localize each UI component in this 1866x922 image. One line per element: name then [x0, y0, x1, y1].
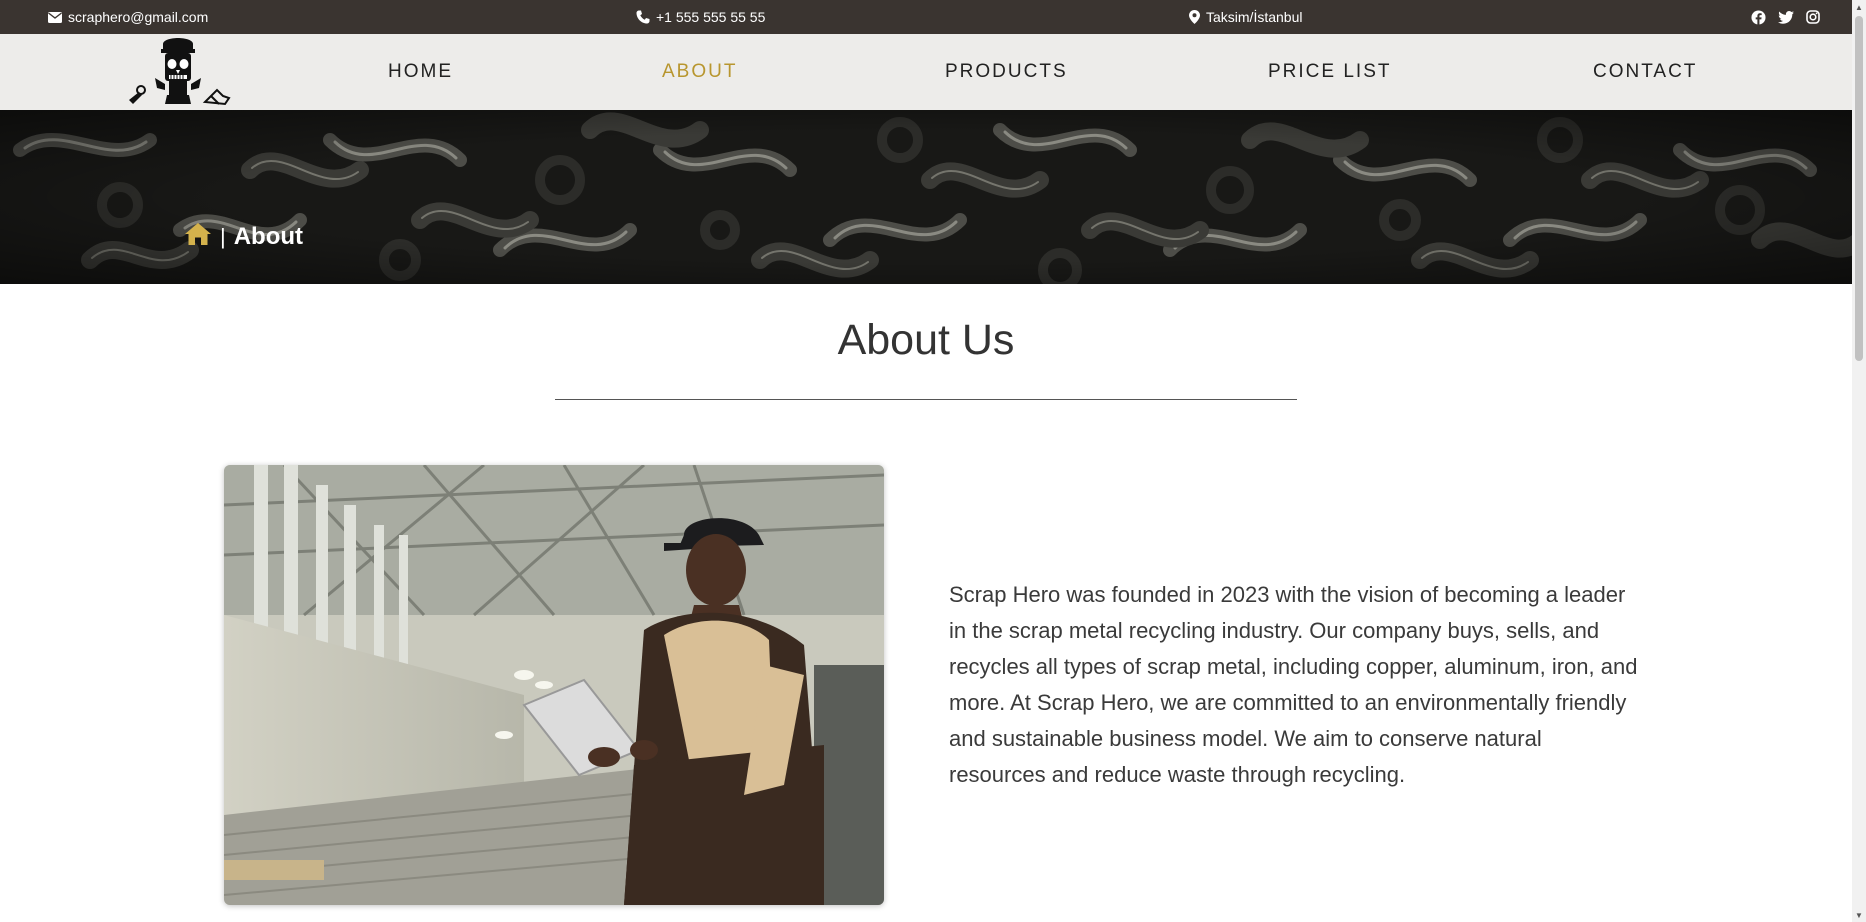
nav-about[interactable]: ABOUT — [662, 34, 737, 110]
social-links — [1751, 0, 1820, 34]
facebook-icon[interactable] — [1751, 9, 1766, 25]
phone-contact[interactable]: +1 555 555 55 55 — [636, 0, 765, 34]
scrollbar-thumb[interactable] — [1855, 16, 1863, 361]
location-text: Taksim/İstanbul — [1206, 9, 1303, 25]
worker-photo — [224, 465, 884, 905]
breadcrumb-separator: | — [220, 224, 226, 249]
scroll-up-icon[interactable]: ▲ — [1852, 0, 1866, 14]
envelope-icon — [48, 11, 62, 23]
twitter-icon[interactable] — [1778, 10, 1794, 24]
home-icon[interactable] — [184, 222, 212, 253]
scrap-metal-background — [0, 110, 1852, 284]
phone-icon — [636, 10, 650, 24]
location-contact[interactable]: Taksim/İstanbul — [1189, 0, 1302, 34]
top-info-bar: scraphero@gmail.com +1 555 555 55 55 Tak… — [0, 0, 1852, 34]
page-title: About Us — [837, 316, 1015, 364]
nav-products[interactable]: PRODUCTS — [945, 34, 1068, 110]
email-contact[interactable]: scraphero@gmail.com — [48, 0, 208, 34]
breadcrumb: | About — [184, 220, 303, 254]
instagram-icon[interactable] — [1806, 10, 1820, 24]
phone-text: +1 555 555 55 55 — [656, 9, 766, 25]
scroll-down-icon[interactable]: ▼ — [1852, 908, 1866, 922]
nav-home[interactable]: HOME — [388, 34, 453, 110]
map-pin-icon — [1189, 10, 1200, 24]
nav-contact[interactable]: CONTACT — [1593, 34, 1697, 110]
main-navbar: HOME ABOUT PRODUCTS PRICE LIST CONTACT — [0, 34, 1852, 110]
nav-price-list[interactable]: PRICE LIST — [1268, 34, 1391, 110]
breadcrumb-current: About — [233, 223, 304, 250]
about-description: Scrap Hero was founded in 2023 with the … — [949, 582, 1638, 787]
email-text: scraphero@gmail.com — [68, 9, 209, 25]
scrap-hero-logo[interactable] — [125, 38, 231, 106]
page-scrollbar[interactable]: ▲ ▼ — [1852, 0, 1866, 922]
page-header-banner: | About — [0, 110, 1852, 284]
title-divider — [555, 399, 1297, 400]
